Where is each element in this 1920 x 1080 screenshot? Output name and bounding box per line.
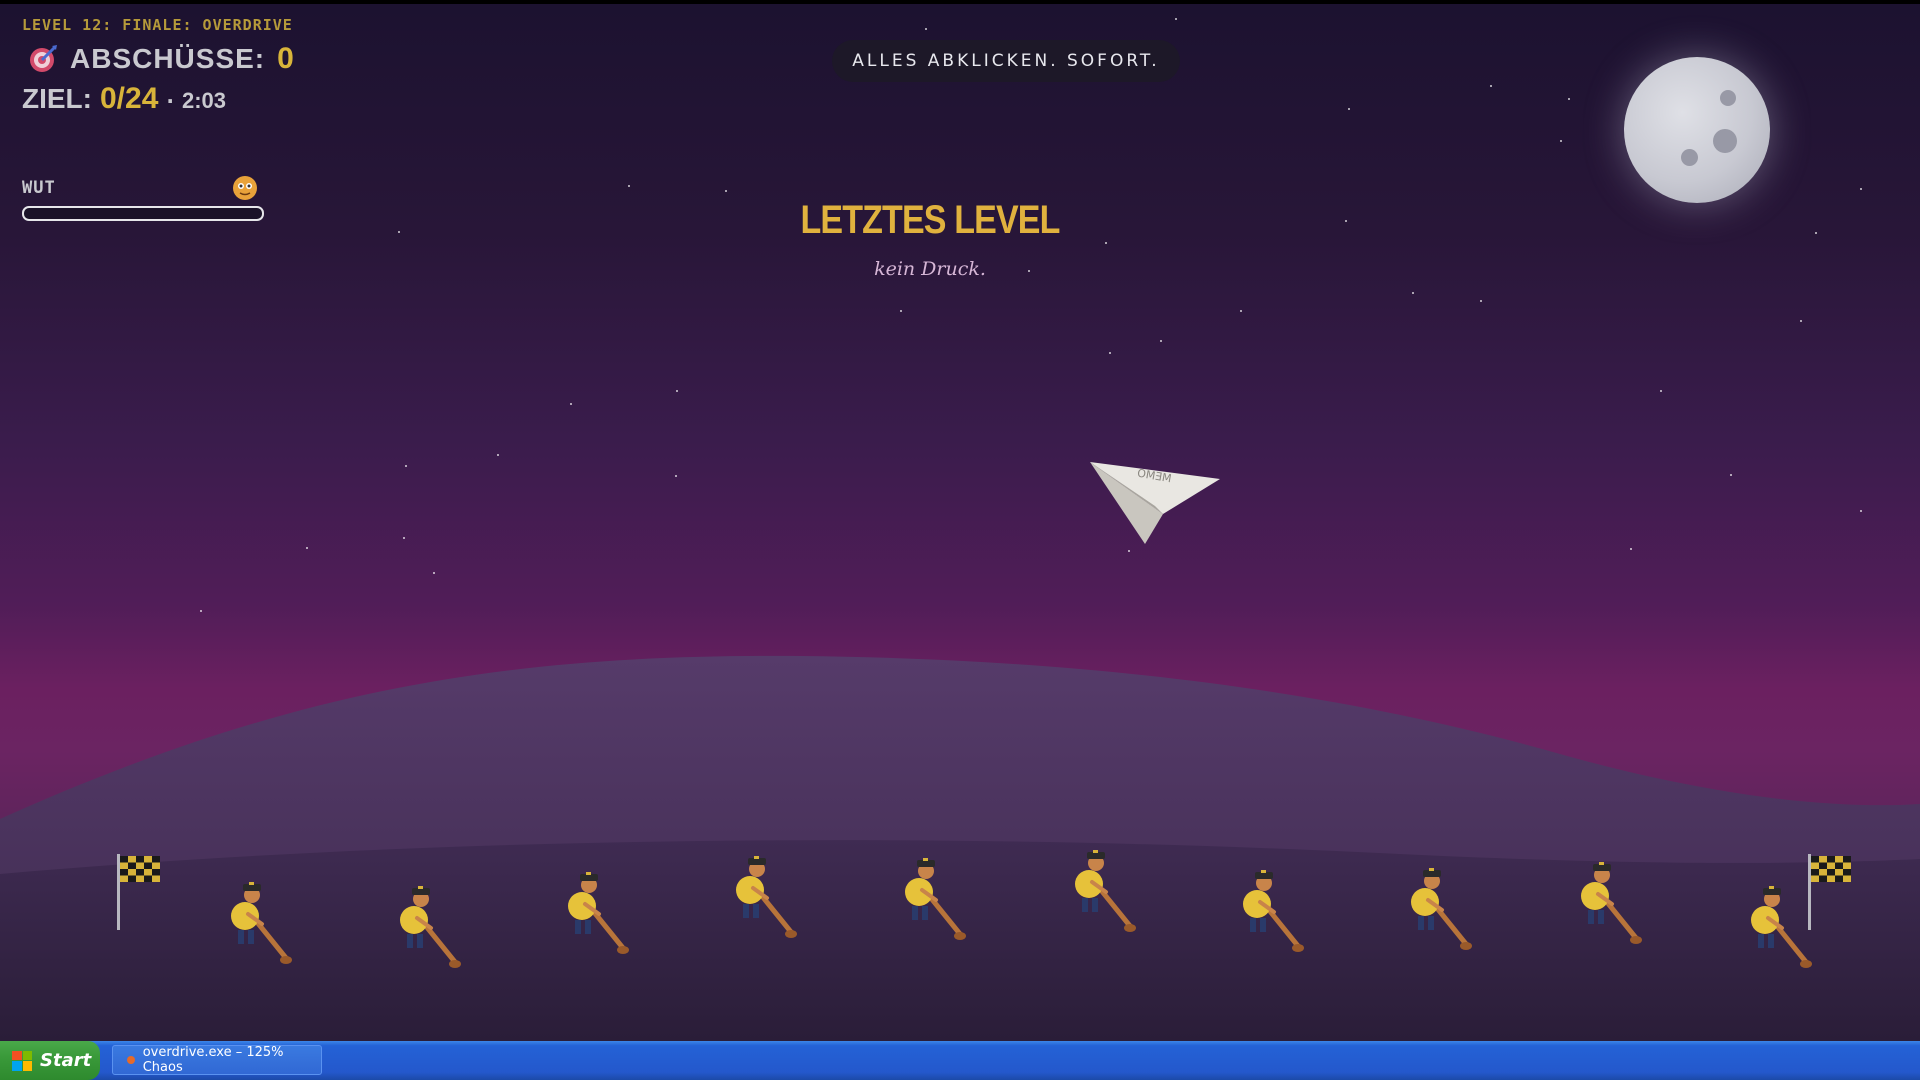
kills-counter: ABSCHÜSSE: 0 [28,42,294,76]
paper-plane-icon[interactable]: MEMO [1085,454,1225,544]
level-announcement: LETZTES LEVEL [800,198,1060,242]
app-icon [127,1056,135,1064]
soldier-target[interactable] [228,878,298,988]
kills-label: ABSCHÜSSE: [70,43,266,74]
start-button[interactable]: Start [0,1041,100,1080]
taskbar-window-button[interactable]: overdrive.exe – 125% Chaos [112,1045,322,1075]
soldier-target[interactable] [733,852,803,962]
kills-value: 0 [277,42,294,75]
soldier-target[interactable] [1578,858,1648,968]
soldier-target[interactable] [902,854,972,964]
taskbar: Start overdrive.exe – 125% Chaos [0,1041,1920,1080]
start-label: Start [40,1050,92,1071]
timer: 2:03 [182,88,227,113]
windows-logo-icon [12,1050,32,1071]
soldier-target[interactable] [1240,866,1310,976]
soldier-target[interactable] [1748,882,1818,992]
soldier-target[interactable] [1072,846,1142,956]
game-scene[interactable]: MEMO [0,4,1920,1041]
instruction-banner: ALLES ABKLICKEN. SOFORT. [832,40,1180,82]
goal-label: ZIEL: [22,83,92,114]
level-subtitle: kein Druck. [874,258,986,280]
goal-counter: ZIEL: 0/24 · 2:03 [22,82,226,116]
goal-separator: · [166,89,174,113]
soldier-target[interactable] [565,868,635,978]
goal-value: 0/24 [100,82,159,115]
checkered-flag-icon [115,854,163,934]
taskbar-window-title: overdrive.exe – 125% Chaos [142,1045,284,1075]
rage-face-icon [233,176,257,200]
target-icon [30,45,57,72]
rage-label: WUT [22,178,56,198]
soldier-target[interactable] [397,882,467,992]
level-title: LEVEL 12: FINALE: OVERDRIVE [22,16,293,34]
rage-meter [22,206,264,221]
soldier-target[interactable] [1408,864,1478,974]
